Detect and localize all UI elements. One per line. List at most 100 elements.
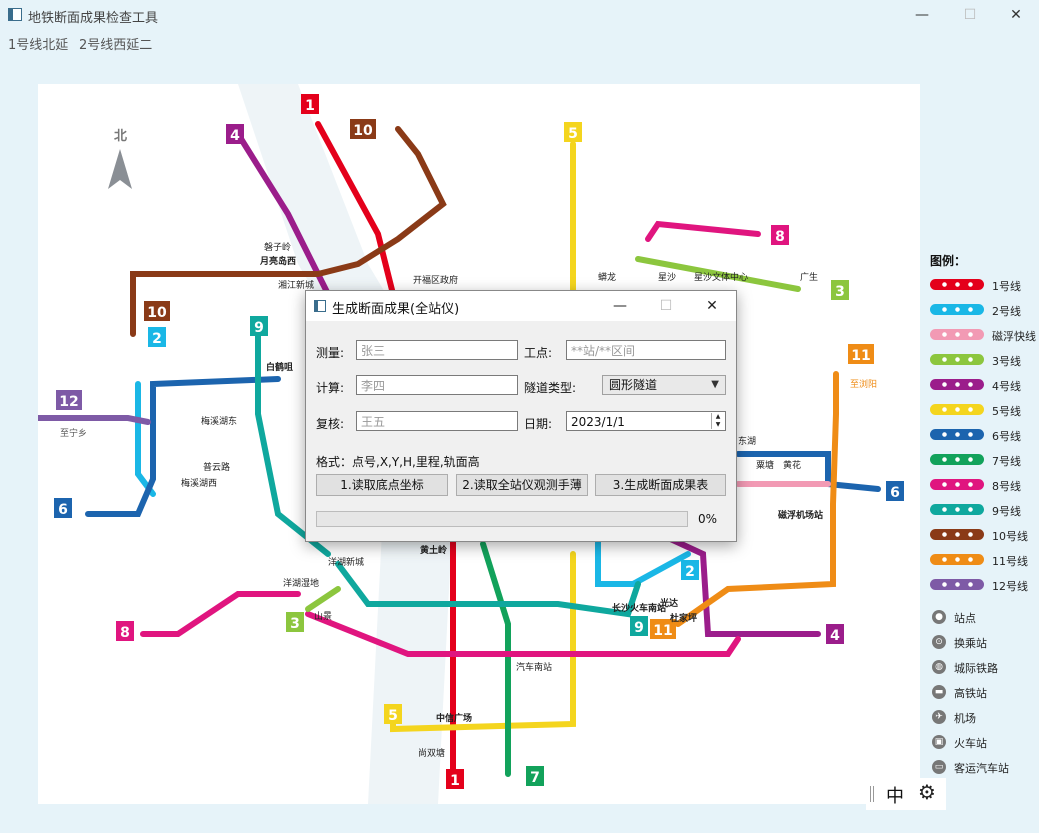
legend-row-line-3: 3号线 <box>930 350 1039 375</box>
line-6-badge-text: 6 <box>58 502 68 518</box>
station-label: 粟塘 <box>756 459 774 471</box>
close-button[interactable]: ✕ <box>993 0 1039 30</box>
station-label: 月亮岛西 <box>259 255 296 267</box>
legend-label: 12号线 <box>992 580 1028 593</box>
legend-swatch <box>930 504 984 515</box>
progress-percent: 0% <box>698 512 718 526</box>
date-spinner[interactable]: ▲ ▼ <box>711 413 724 429</box>
legend-label: 10号线 <box>992 530 1028 543</box>
line-6-badge-east-text: 6 <box>890 485 900 501</box>
menu-bar: 1号线北延 2号线西延二 <box>0 30 1039 54</box>
app-icon <box>8 8 22 21</box>
legend-row-hsr: ▬ 高铁站 <box>930 683 1039 708</box>
legend-swatch <box>930 554 984 565</box>
legend-label: 3号线 <box>992 355 1021 368</box>
station-label: 广生 <box>800 271 818 283</box>
legend-row-line-1: 1号线 <box>930 275 1039 300</box>
intercity-rail-icon: ◍ <box>932 660 946 674</box>
line-1-badge-text: 1 <box>305 98 315 114</box>
station-label: 洋湖湿地 <box>283 577 319 589</box>
legend-row-station: ● 站点 <box>930 608 1039 633</box>
station-label: 星沙 <box>658 272 676 283</box>
legend-swatch <box>930 429 984 440</box>
station-label: 光达 <box>659 597 678 609</box>
dialog-maximize-button[interactable]: ☐ <box>644 291 688 321</box>
line-4-badge-text: 4 <box>230 128 240 144</box>
progress-bar <box>316 511 688 527</box>
ime-mode-toggle[interactable]: 中 <box>886 782 904 808</box>
line-8-path-west <box>140 591 301 637</box>
legend-row-line-6: 6号线 <box>930 425 1039 450</box>
station-label: 东湖 <box>738 435 756 447</box>
dialog-minimize-button[interactable]: — <box>598 291 642 321</box>
line-8-badge-text: 8 <box>120 625 130 641</box>
legend-label: 磁浮快线 <box>992 330 1036 343</box>
legend-swatch <box>930 304 984 315</box>
menu-item-line2-west[interactable]: 2号线西延二 <box>79 34 152 53</box>
legend-label: 火车站 <box>954 737 987 750</box>
minimize-button[interactable]: — <box>899 0 945 30</box>
line-8-path-north <box>645 220 761 242</box>
read-total-station-manual-button[interactable]: 2.读取全站仪观测手薄 <box>456 474 588 496</box>
line-3-path-south <box>305 586 341 612</box>
legend-label: 5号线 <box>992 405 1021 418</box>
survey-label: 测量: <box>316 346 345 360</box>
legend-row-line-12: 12号线 <box>930 575 1039 600</box>
legend-swatch <box>930 279 984 290</box>
chevron-down-icon: ▼ <box>711 379 719 390</box>
tunnel-type-value: 圆形隧道 <box>609 378 658 392</box>
line-3-badge-text: 3 <box>835 284 845 300</box>
survey-input[interactable]: 张三 <box>356 340 518 360</box>
generate-section-table-button[interactable]: 3.生成断面成果表 <box>595 474 726 496</box>
review-label: 复核: <box>316 417 345 431</box>
legend-row-maglev: 磁浮快线 <box>930 325 1039 350</box>
dialog-titlebar: 生成断面成果(全站仪) — ☐ ✕ <box>306 291 736 321</box>
station-icon: ● <box>932 610 946 624</box>
legend-swatch <box>930 379 984 390</box>
line-7-badge-text: 7 <box>530 770 540 786</box>
train-station-icon: ▣ <box>932 735 946 749</box>
legend-swatch <box>930 529 984 540</box>
station-label: 梅溪湖西 <box>181 477 217 489</box>
legend-row-line-7: 7号线 <box>930 450 1039 475</box>
workpoint-input[interactable]: **站/**区间 <box>566 340 726 360</box>
station-label: 至宁乡 <box>60 427 87 439</box>
window-title: 地铁断面成果检查工具 <box>28 11 159 26</box>
station-label: 洋湖新城 <box>328 556 364 568</box>
legend-row-intercity: ◍ 城际铁路 <box>930 658 1039 683</box>
station-label: 普云路 <box>203 461 230 473</box>
station-label: 尚双塘 <box>418 747 445 759</box>
station-label: 长沙火车南站 <box>612 602 666 614</box>
legend-label: 2号线 <box>992 305 1021 318</box>
read-base-coords-button[interactable]: 1.读取底点坐标 <box>316 474 448 496</box>
gear-icon[interactable]: ⚙ <box>918 780 936 804</box>
line-7-path <box>480 541 511 777</box>
tunnel-type-select[interactable]: 圆形隧道 ▼ <box>602 375 726 395</box>
dialog-close-button[interactable]: ✕ <box>690 291 734 321</box>
legend-label: 8号线 <box>992 480 1021 493</box>
legend-row-train: ▣ 火车站 <box>930 733 1039 758</box>
format-label: 格式：点号,X,Y,H,里程,轨面高 <box>316 455 480 469</box>
maximize-button[interactable]: ☐ <box>947 0 993 30</box>
legend-row-transfer: ⊙ 换乘站 <box>930 633 1039 658</box>
date-input[interactable]: 2023/1/1 ▲ ▼ <box>566 411 726 431</box>
review-input[interactable]: 王五 <box>356 411 518 431</box>
ime-drag-handle[interactable] <box>870 786 874 802</box>
station-label: 磐子岭 <box>264 241 291 253</box>
menu-item-line1-north[interactable]: 1号线北延 <box>8 34 68 53</box>
station-label: 汽车南站 <box>516 661 552 673</box>
legend-row-line-8: 8号线 <box>930 475 1039 500</box>
calc-input[interactable]: 李四 <box>356 375 518 395</box>
ime-toolbar: 中 ⚙ <box>866 778 946 810</box>
line-12-badge-text: 12 <box>59 394 78 410</box>
legend-label: 7号线 <box>992 455 1021 468</box>
legend-label: 4号线 <box>992 380 1021 393</box>
line-11-badge-south-text: 11 <box>653 623 672 639</box>
station-label: 山景 <box>314 611 332 622</box>
line-8-badge-north-text: 8 <box>775 229 785 245</box>
legend-label: 机场 <box>954 712 976 725</box>
line-9-badge-south-text: 9 <box>634 620 644 636</box>
transfer-icon: ⊙ <box>932 635 946 649</box>
airport-icon: ✈ <box>932 710 946 724</box>
line-3-badge-south-text: 3 <box>290 616 300 632</box>
